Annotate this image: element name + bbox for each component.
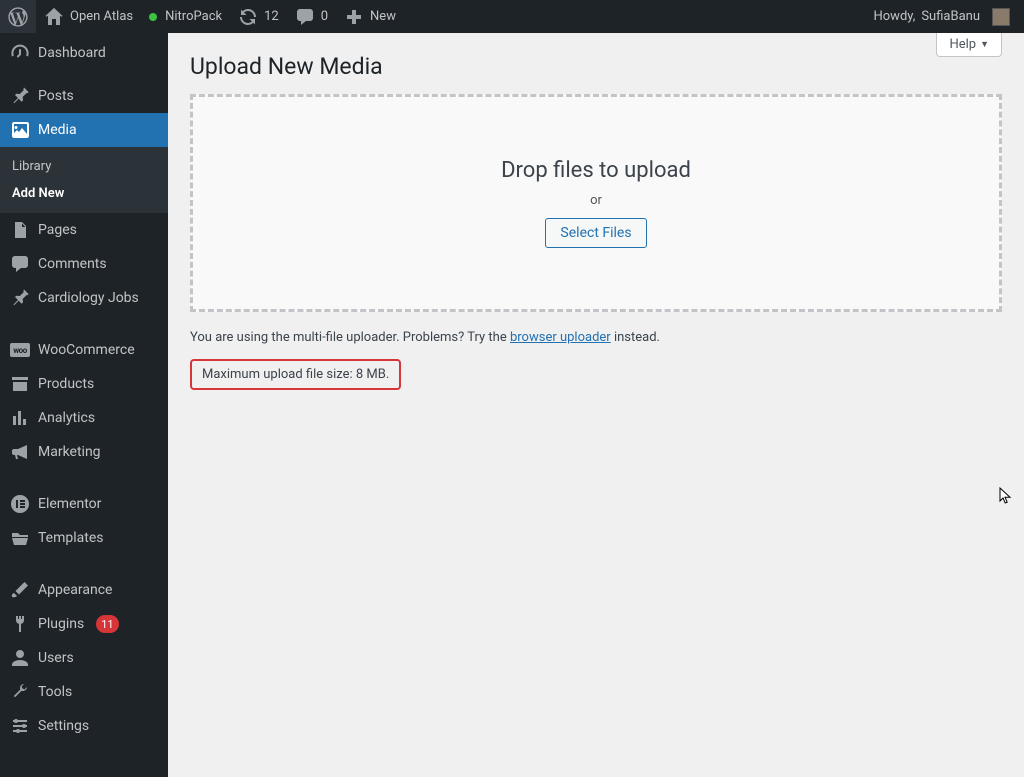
new-label: New [370,9,396,24]
page-title: Upload New Media [190,33,1002,94]
sidebar-item-elementor[interactable]: Elementor [0,487,168,521]
sidebar-analytics-label: Analytics [38,410,95,426]
sidebar-appearance-label: Appearance [38,582,112,598]
megaphone-icon [10,442,30,462]
sidebar-templates-label: Templates [38,530,104,546]
sidebar-posts-label: Posts [38,88,74,104]
wp-logo-menu[interactable] [0,0,36,33]
sidebar-subitem-library[interactable]: Library [0,153,168,180]
pin-icon [10,86,30,106]
analytics-icon [10,408,30,428]
sidebar-subitem-add-new[interactable]: Add New [0,180,168,207]
sidebar-item-appearance[interactable]: Appearance [0,573,168,607]
uploader-note: You are using the multi-file uploader. P… [190,330,1002,345]
sidebar-item-products[interactable]: Products [0,367,168,401]
updates-count: 12 [264,9,279,24]
browser-uploader-link[interactable]: browser uploader [510,330,611,345]
wrench-icon [10,682,30,702]
woocommerce-icon: woo [10,340,30,360]
sidebar-item-plugins[interactable]: Plugins 11 [0,607,168,641]
chevron-down-icon: ▼ [980,39,989,50]
nitropack-label: NitroPack [165,9,222,24]
dropzone-or-label: or [590,193,602,208]
wordpress-logo-icon [8,7,28,27]
sidebar-elementor-label: Elementor [38,496,101,512]
updates-menu[interactable]: 12 [230,0,287,33]
page-icon [10,220,30,240]
plug-icon [10,614,30,634]
status-dot-icon [149,13,157,21]
pin-icon [10,288,30,308]
comments-count: 0 [321,9,328,24]
comment-bubble-icon [295,7,315,27]
admin-sidebar: Dashboard Posts Media Library Add New Pa… [0,33,168,777]
sidebar-item-media[interactable]: Media [0,113,168,147]
sidebar-item-analytics[interactable]: Analytics [0,401,168,435]
avatar-icon [992,8,1010,26]
sidebar-item-settings[interactable]: Settings [0,709,168,743]
plugins-update-badge: 11 [96,615,118,633]
user-name: SufiaBanu [921,9,980,24]
page-scroll[interactable]: Dashboard Posts Media Library Add New Pa… [0,33,1024,777]
max-upload-size-text: Maximum upload file size: 8 MB. [202,367,389,382]
sidebar-cardiology-label: Cardiology Jobs [38,290,139,306]
sidebar-tools-label: Tools [38,684,72,700]
howdy-prefix: Howdy, [873,9,915,24]
site-name-label: Open Atlas [70,9,133,24]
mouse-cursor-icon [999,487,1013,505]
new-content-menu[interactable]: New [336,0,404,33]
sidebar-item-marketing[interactable]: Marketing [0,435,168,469]
sidebar-item-woocommerce[interactable]: woo WooCommerce [0,333,168,367]
admin-top-bar: Open Atlas NitroPack 12 0 New Howdy, Suf… [0,0,1024,33]
sidebar-item-posts[interactable]: Posts [0,79,168,113]
home-icon [44,7,64,27]
max-upload-size-highlight: Maximum upload file size: 8 MB. [190,359,401,390]
sidebar-pages-label: Pages [38,222,77,238]
help-tab-label: Help [949,37,976,52]
uploader-note-part2: instead. [611,330,660,345]
sidebar-item-dashboard[interactable]: Dashboard [0,33,168,73]
comments-icon [10,254,30,274]
user-account-menu[interactable]: Howdy, SufiaBanu [865,0,1018,33]
upload-dropzone[interactable]: Drop files to upload or Select Files [190,94,1002,312]
media-icon [10,120,30,140]
sidebar-item-pages[interactable]: Pages [0,213,168,247]
sidebar-settings-label: Settings [38,718,89,734]
sidebar-dashboard-label: Dashboard [38,45,106,61]
dropzone-title: Drop files to upload [501,158,691,183]
products-icon [10,374,30,394]
sidebar-comments-label: Comments [38,256,107,272]
nitropack-menu[interactable]: NitroPack [141,0,230,33]
sidebar-item-templates[interactable]: Templates [0,521,168,555]
folder-icon [10,528,30,548]
dashboard-icon [10,43,30,63]
plus-icon [344,7,364,27]
settings-icon [10,716,30,736]
main-content: Help ▼ Upload New Media Drop files to up… [168,33,1024,777]
update-icon [238,7,258,27]
sidebar-item-users[interactable]: Users [0,641,168,675]
site-home-link[interactable]: Open Atlas [36,0,141,33]
sidebar-item-tools[interactable]: Tools [0,675,168,709]
sidebar-plugins-label: Plugins [38,616,84,632]
sidebar-users-label: Users [38,650,74,666]
user-icon [10,648,30,668]
help-tab[interactable]: Help ▼ [936,33,1002,57]
sidebar-products-label: Products [38,376,94,392]
sidebar-media-label: Media [38,122,77,138]
sidebar-woocommerce-label: WooCommerce [38,342,135,358]
sidebar-item-comments[interactable]: Comments [0,247,168,281]
uploader-note-part1: You are using the multi-file uploader. P… [190,330,510,345]
sidebar-media-submenu: Library Add New [0,147,168,213]
elementor-icon [10,494,30,514]
brush-icon [10,580,30,600]
select-files-button[interactable]: Select Files [545,218,646,248]
sidebar-item-cardiology-jobs[interactable]: Cardiology Jobs [0,281,168,315]
comments-menu[interactable]: 0 [287,0,336,33]
sidebar-marketing-label: Marketing [38,444,101,460]
